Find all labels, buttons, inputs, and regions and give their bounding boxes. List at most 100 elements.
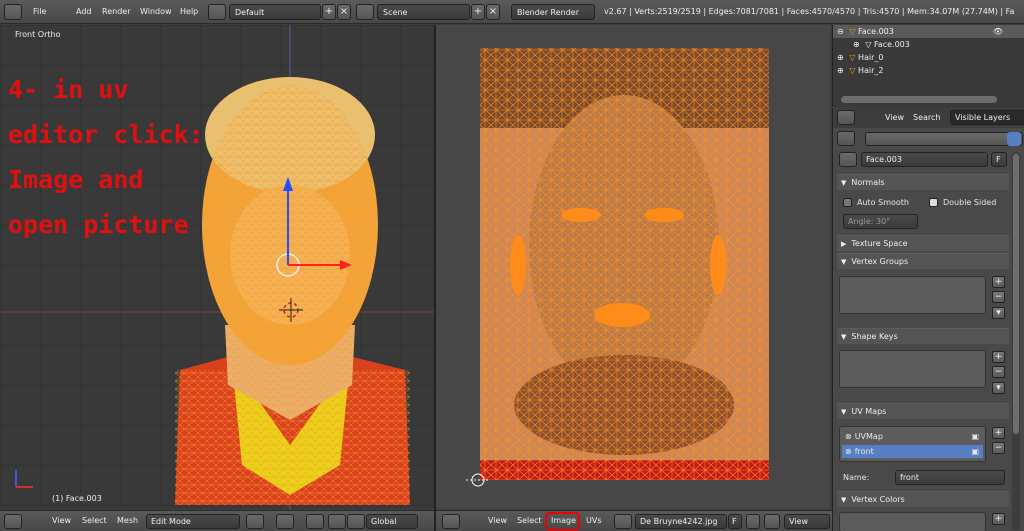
mesh-data-icon[interactable] — [839, 152, 857, 167]
checkbox-box[interactable] — [843, 198, 852, 207]
outliner-item-face003-data[interactable]: ⊕ ▽ Face.003 — [833, 38, 1024, 51]
visibility-eye-icon[interactable]: 👁 — [993, 25, 1003, 38]
expand-icon[interactable]: ⊕ — [853, 40, 860, 49]
outliner[interactable]: ⊖ ▽ Face.003 👁 ⊕ ▽ Face.003 ⊕ ▽ Hair_0 ⊕… — [832, 25, 1024, 107]
checkbox-box[interactable] — [929, 198, 938, 207]
vertex-groups-list[interactable] — [839, 276, 986, 314]
menu-add[interactable]: Add — [76, 5, 92, 19]
angle-field[interactable]: Angle: 30° — [843, 214, 918, 229]
add-vertex-color-button[interactable]: + — [992, 513, 1005, 525]
menu-help[interactable]: Help — [180, 5, 198, 19]
add-scene-button[interactable]: + — [471, 4, 485, 20]
editor-type-icon[interactable] — [4, 514, 22, 529]
interaction-mode-select[interactable]: Edit Mode — [146, 514, 240, 529]
uv-maps-list[interactable]: ⊗ UVMap ▣ ⊗ front ▣ — [839, 426, 986, 462]
pivot-icon[interactable] — [276, 514, 294, 529]
panel-title: Vertex Groups — [851, 257, 909, 266]
menu-file[interactable]: File — [33, 5, 46, 19]
editor-type-icon[interactable] — [837, 110, 855, 125]
top-info-bar: File Add Render Window Help Default + × … — [0, 0, 1024, 24]
3d-viewport[interactable]: Front Ortho (1) Face.003 4- in uv editor… — [0, 25, 434, 509]
vertex-group-specials-button[interactable]: ▾ — [992, 307, 1005, 319]
editor-type-icon[interactable] — [837, 131, 855, 146]
orientation-select[interactable]: Global — [366, 514, 418, 529]
editor-type-icon[interactable] — [442, 514, 460, 529]
image-browse-icon[interactable] — [614, 514, 632, 529]
add-uv-map-button[interactable]: + — [992, 427, 1005, 439]
uv-name-field[interactable]: front — [895, 470, 1005, 485]
properties-scrollbar[interactable] — [1012, 152, 1020, 530]
auto-smooth-checkbox[interactable]: Auto Smooth — [843, 198, 909, 207]
translate-icon[interactable] — [328, 514, 346, 529]
outliner-item-hair2[interactable]: ⊕ ▽ Hair_2 — [833, 64, 1024, 77]
outliner-item-hair0[interactable]: ⊕ ▽ Hair_0 — [833, 51, 1024, 64]
uv-image-editor[interactable] — [436, 25, 830, 509]
menu-mesh[interactable]: Mesh — [117, 516, 138, 525]
pin-icon[interactable] — [764, 514, 780, 529]
context-tabs-strip[interactable] — [865, 132, 1023, 146]
uv-map-item-active[interactable]: ⊗ front ▣ — [842, 445, 983, 458]
expand-icon[interactable]: ⊕ — [837, 66, 844, 75]
menu-window[interactable]: Window — [140, 5, 172, 19]
shape-key-specials-button[interactable]: ▾ — [992, 382, 1005, 394]
visible-layers-select[interactable]: Visible Layers — [950, 110, 1024, 125]
editor-type-icon[interactable] — [4, 4, 22, 20]
vertex-colors-list[interactable] — [839, 512, 986, 531]
menu-view[interactable]: View — [488, 516, 507, 525]
scene-select[interactable]: Scene — [377, 4, 470, 20]
remove-layout-button[interactable]: × — [337, 4, 351, 20]
image-menu-highlight — [545, 512, 580, 531]
menu-uvs[interactable]: UVs — [586, 516, 602, 525]
fake-user-button[interactable]: F — [728, 514, 742, 529]
menu-render[interactable]: Render — [102, 5, 130, 19]
screen-layout-icon[interactable] — [208, 4, 226, 20]
outliner-item-label: Hair_2 — [857, 66, 884, 75]
menu-select[interactable]: Select — [517, 516, 542, 525]
shape-keys-panel-header[interactable]: ▼ Shape Keys — [837, 328, 1009, 344]
camera-render-icon[interactable]: ▣ — [971, 430, 979, 443]
add-layout-button[interactable]: + — [322, 4, 336, 20]
tab-search[interactable]: Search — [913, 113, 940, 122]
shape-keys-list[interactable] — [839, 350, 986, 388]
image-name-field[interactable]: De Bruyne4242.jpg — [635, 514, 727, 529]
layout-select[interactable]: Default — [229, 4, 321, 20]
rotate-icon[interactable] — [347, 514, 365, 529]
unlink-image-icon[interactable] — [746, 514, 760, 529]
scrollbar-thumb[interactable] — [1013, 154, 1019, 434]
panel-title: Texture Space — [851, 239, 908, 248]
tab-view[interactable]: View — [885, 113, 904, 122]
render-engine-select[interactable]: Blender Render — [511, 4, 595, 20]
menu-select[interactable]: Select — [82, 516, 107, 525]
vertex-colors-panel-header[interactable]: ▼ Vertex Colors — [837, 491, 1009, 507]
scene-icon[interactable] — [356, 4, 374, 20]
uv-map-item[interactable]: ⊗ UVMap ▣ — [842, 430, 983, 443]
uv-maps-panel-header[interactable]: ▼ UV Maps — [837, 403, 1009, 419]
remove-uv-map-button[interactable]: − — [992, 442, 1005, 454]
expand-icon[interactable]: ⊖ — [837, 27, 844, 36]
outliner-scrollbar[interactable] — [841, 96, 997, 103]
uv-layout-image — [466, 48, 769, 487]
outliner-item-label: Hair_0 — [857, 53, 884, 62]
mesh-name-field[interactable]: Face.003 — [861, 152, 988, 167]
fake-user-button[interactable]: F — [991, 152, 1007, 167]
manipulator-icon[interactable] — [306, 514, 324, 529]
double-sided-checkbox[interactable]: Double Sided — [929, 198, 996, 207]
expand-icon[interactable]: ⊕ — [837, 53, 844, 62]
normals-panel-header[interactable]: ▼ Normals — [837, 174, 1009, 190]
view-mode-select[interactable]: View — [784, 514, 830, 529]
checkbox-label: Auto Smooth — [857, 198, 909, 207]
texture-space-panel-header[interactable]: ▶ Texture Space — [837, 235, 1009, 251]
remove-vertex-group-button[interactable]: − — [992, 291, 1005, 303]
mesh-data-icon: ▽ — [865, 40, 872, 49]
camera-render-icon[interactable]: ▣ — [971, 445, 979, 458]
view-type-label: Front Ortho — [15, 30, 61, 39]
remove-scene-button[interactable]: × — [486, 4, 500, 20]
vertex-groups-panel-header[interactable]: ▼ Vertex Groups — [837, 253, 1009, 269]
menu-view[interactable]: View — [52, 516, 71, 525]
remove-shape-key-button[interactable]: − — [992, 366, 1005, 378]
add-shape-key-button[interactable]: + — [992, 351, 1005, 363]
add-vertex-group-button[interactable]: + — [992, 276, 1005, 288]
outliner-item-face003[interactable]: ⊖ ▽ Face.003 👁 — [833, 25, 1024, 38]
shading-icon[interactable] — [246, 514, 264, 529]
mesh-data-tab-icon[interactable] — [1007, 132, 1021, 146]
